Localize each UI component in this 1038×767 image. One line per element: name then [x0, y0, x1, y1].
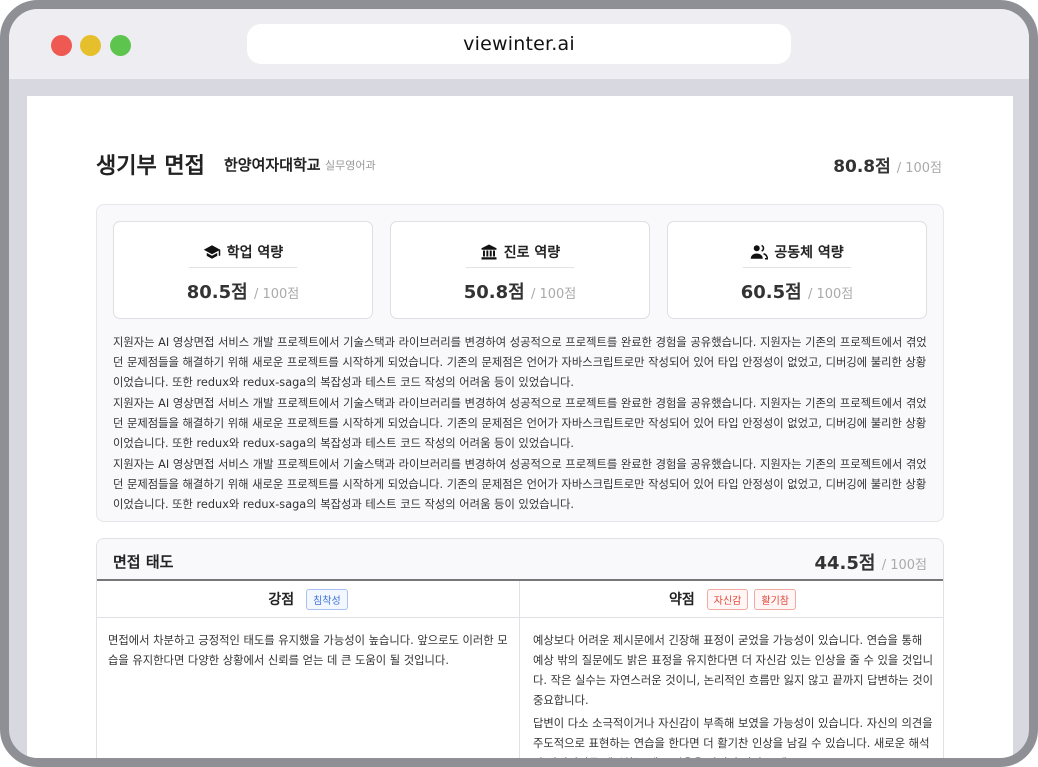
page-title: 생기부 면접 [96, 154, 205, 179]
weaknesses-body: 예상보다 어려운 제시문에서 긴장해 표정이 굳었을 가능성이 있습니다. 연습… [533, 631, 935, 767]
description-paragraph: 지원자는 AI 영상면접 서비스 개발 프로젝트에서 기술스택과 라이브러리를 … [113, 458, 927, 511]
category-score: 50.8점 / 100점 [391, 278, 649, 304]
category-header: 공동체 역량 [743, 236, 851, 268]
close-window-button[interactable] [51, 35, 72, 56]
weakness-paragraph: 답변이 다소 소극적이거나 자신감이 부족해 보였을 가능성이 있습니다. 자신… [533, 717, 933, 767]
attitude-score: 44.5점 / 100점 [814, 549, 927, 575]
maximize-window-button[interactable] [110, 35, 131, 56]
report-header: 생기부 면접 한양여자대학교 실무영어과 80.8점 / 100점 [96, 148, 942, 179]
weaknesses-header: 약점 자신감 활기참 [520, 581, 943, 618]
strengths-body: 면접에서 차분하고 긍정적인 태도를 유지했을 가능성이 높습니다. 앞으로도 … [108, 631, 508, 674]
category-score: 80.5점 / 100점 [114, 278, 372, 304]
strengths-header: 강점 침착성 [97, 581, 519, 618]
category-score-value: 60.5점 [740, 282, 802, 303]
department-name: 실무영어과 [325, 159, 376, 172]
school-name: 한양여자대학교 [224, 156, 321, 174]
strength-paragraph: 면접에서 차분하고 긍정적인 태도를 유지했을 가능성이 높습니다. 앞으로도 … [108, 634, 508, 667]
category-score-value: 50.8점 [463, 282, 525, 303]
address-bar[interactable]: viewinter.ai [247, 24, 791, 64]
category-score-max: / 100점 [530, 287, 577, 302]
attitude-card: 면접 태도 44.5점 / 100점 강점 침착성 면접에서 차분하고 긍정적인… [96, 538, 944, 767]
attitude-header: 면접 태도 44.5점 / 100점 [97, 539, 943, 581]
strength-tag: 침착성 [306, 588, 348, 610]
strengths-column: 강점 침착성 면접에서 차분하고 긍정적인 태도를 유지했을 가능성이 높습니다… [97, 581, 520, 758]
attitude-score-value: 44.5점 [814, 553, 876, 574]
graduation-cap-icon [203, 244, 221, 259]
weakness-tag: 활기참 [754, 588, 796, 610]
institution-icon [481, 244, 497, 259]
total-score-value: 80.8점 [833, 157, 891, 177]
weaknesses-label: 약점 [669, 592, 695, 608]
category-header: 학업 역량 [189, 236, 297, 268]
strengths-label: 강점 [268, 592, 295, 608]
category-score-value: 80.5점 [186, 282, 248, 303]
people-icon [751, 244, 769, 259]
category-card-community: 공동체 역량 60.5점 / 100점 [667, 221, 927, 319]
page-content: 생기부 면접 한양여자대학교 실무영어과 80.8점 / 100점 학업 역량 … [27, 96, 1013, 767]
category-label: 진로 역량 [503, 244, 561, 261]
summary-description: 지원자는 AI 영상면접 서비스 개발 프로젝트에서 기술스택과 라이브러리를 … [113, 333, 929, 516]
description-paragraph: 지원자는 AI 영상면접 서비스 개발 프로젝트에서 기술스택과 라이브러리를 … [113, 397, 927, 450]
attitude-score-max: / 100점 [881, 558, 927, 573]
category-label: 공동체 역량 [774, 244, 844, 261]
attitude-title: 면접 태도 [113, 553, 174, 571]
category-header: 진로 역량 [466, 236, 574, 268]
category-card-career: 진로 역량 50.8점 / 100점 [390, 221, 650, 319]
category-score-max: / 100점 [807, 287, 854, 302]
weakness-tag: 자신감 [706, 588, 749, 610]
summary-card: 학업 역량 80.5점 / 100점 진로 역량 50.8점 / 100점 공동… [96, 204, 944, 522]
total-score-max: / 100점 [896, 161, 942, 176]
category-score-max: / 100점 [253, 287, 300, 302]
url-text: viewinter.ai [463, 33, 575, 55]
minimize-window-button[interactable] [80, 35, 101, 56]
total-score: 80.8점 / 100점 [833, 152, 942, 177]
category-score: 60.5점 / 100점 [668, 278, 926, 304]
description-paragraph: 지원자는 AI 영상면접 서비스 개발 프로젝트에서 기술스택과 라이브러리를 … [113, 336, 927, 389]
weaknesses-column: 약점 자신감 활기참 예상보다 어려운 제시문에서 긴장해 표정이 굳었을 가능… [520, 581, 943, 767]
browser-titlebar: viewinter.ai [9, 9, 1029, 79]
browser-frame: viewinter.ai 생기부 면접 한양여자대학교 실무영어과 80.8점 … [0, 0, 1038, 767]
category-card-academic: 학업 역량 80.5점 / 100점 [113, 221, 373, 319]
category-label: 학업 역량 [226, 244, 284, 261]
weakness-paragraph: 예상보다 어려운 제시문에서 긴장해 표정이 굳었을 가능성이 있습니다. 연습… [533, 634, 934, 707]
